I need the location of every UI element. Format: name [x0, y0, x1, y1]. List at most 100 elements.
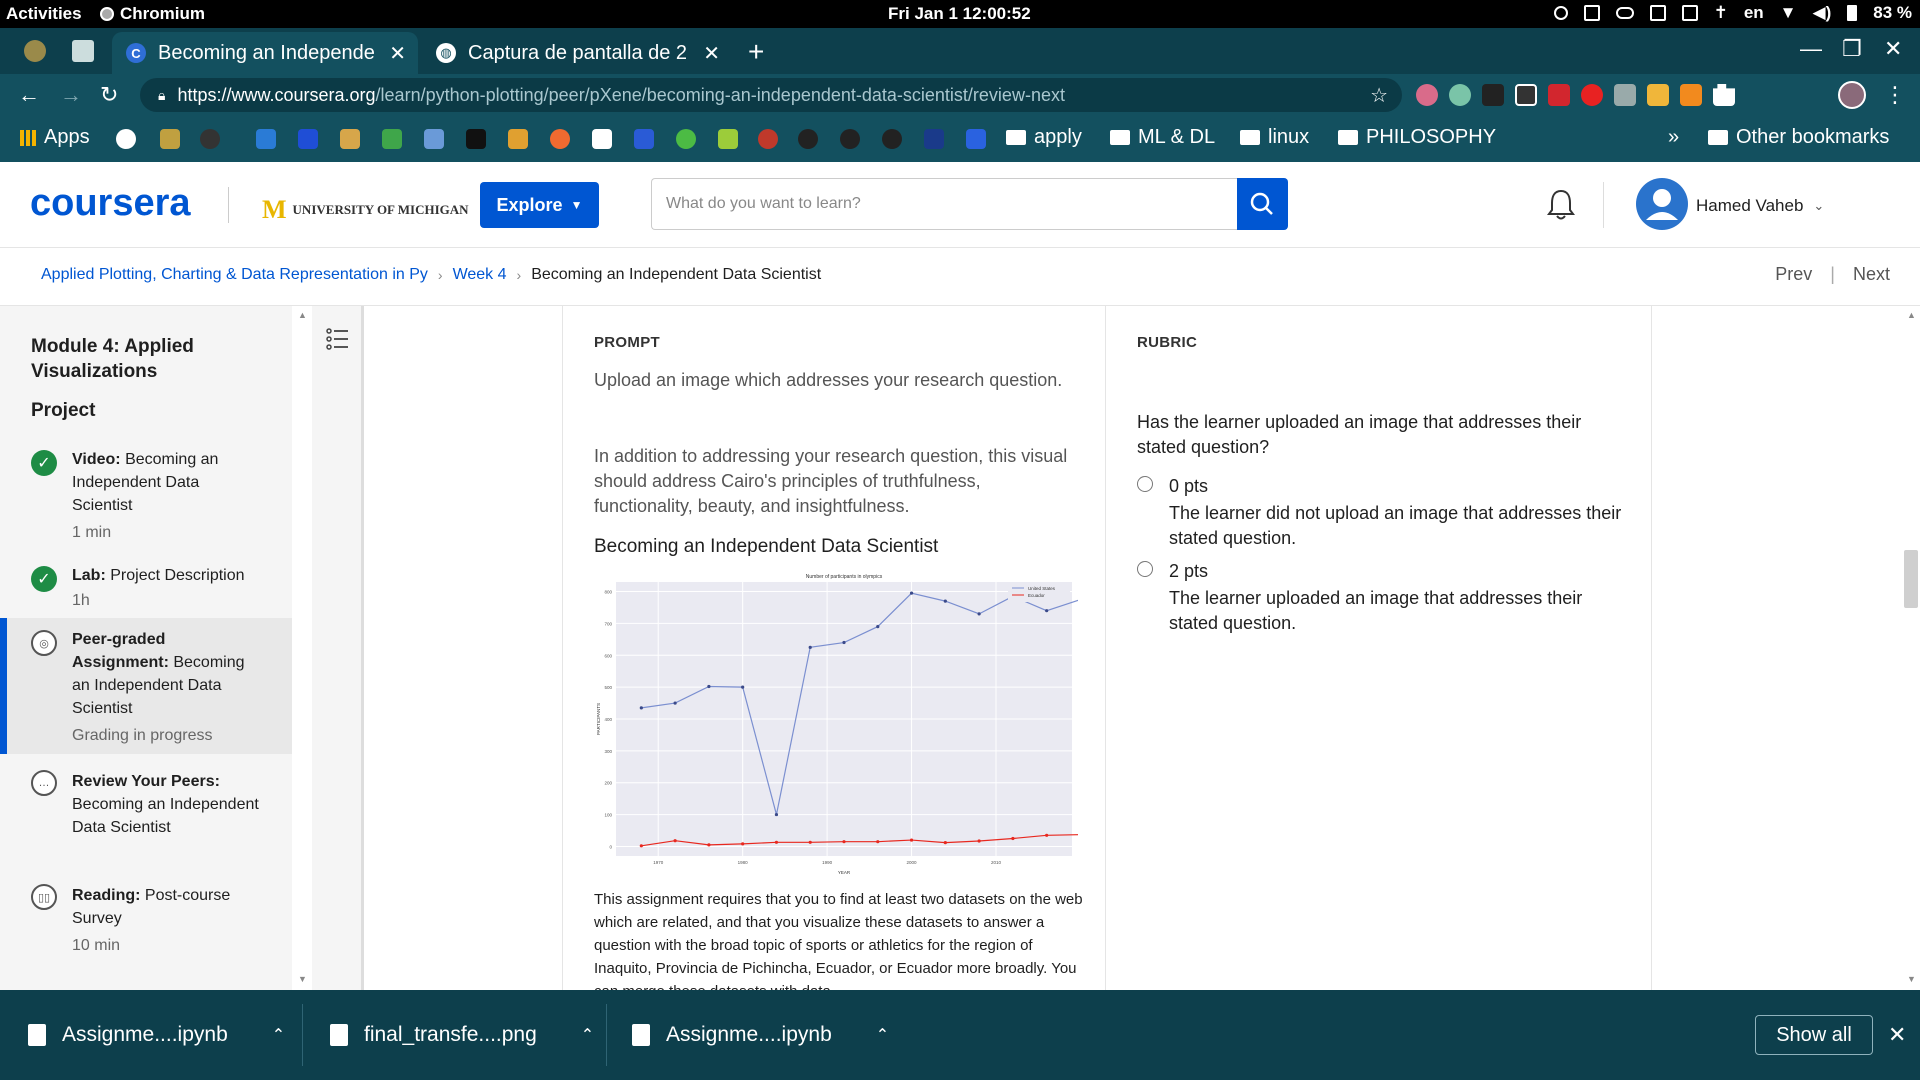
- chevron-up-icon[interactable]: ⌃: [876, 1025, 889, 1045]
- app-menu[interactable]: Chromium: [100, 4, 205, 24]
- extension-icon-9[interactable]: [1680, 84, 1702, 106]
- extension-icon-3[interactable]: [1482, 84, 1504, 106]
- notification-bell-icon[interactable]: [1546, 188, 1576, 222]
- extension-icon-7[interactable]: [1614, 84, 1636, 106]
- university-of-michigan-logo[interactable]: M UNIVERSITY OF MICHIGAN: [262, 195, 469, 225]
- extension-icon-4[interactable]: [1515, 84, 1537, 106]
- display-tray-icon[interactable]: [1681, 5, 1698, 21]
- search-input[interactable]: What do you want to learn?: [651, 178, 1237, 230]
- sidebar-item-review-peers[interactable]: … Review Your Peers: Becoming an Indepen…: [0, 766, 292, 866]
- image-tray-icon[interactable]: [1649, 5, 1666, 21]
- radio-button[interactable]: [1137, 476, 1153, 492]
- language-indicator[interactable]: en: [1744, 3, 1764, 23]
- shield-tray-icon[interactable]: [1553, 6, 1568, 20]
- extension-icon-8[interactable]: [1647, 84, 1669, 106]
- volume-icon[interactable]: ◀): [1813, 3, 1832, 23]
- rubric-option-2[interactable]: 2 pts The learner uploaded an image that…: [1137, 557, 1627, 633]
- clock[interactable]: Fri Jan 1 12:00:52: [888, 4, 1031, 24]
- bookmark-folder-ml-dl[interactable]: ML & DL: [1110, 126, 1215, 149]
- download-item-2[interactable]: final_transfe....png ⌃: [330, 990, 594, 1080]
- scroll-down-arrow-icon[interactable]: ▼: [1907, 974, 1916, 984]
- sidebar-item-video[interactable]: ✓ Video: Becoming an Independent Data Sc…: [0, 444, 292, 548]
- bookmark-icon-7[interactable]: [424, 129, 444, 149]
- address-bar[interactable]: 🔒︎ https://www.coursera.org/learn/python…: [140, 78, 1402, 112]
- lock-icon[interactable]: 🔒︎: [158, 87, 165, 104]
- activities-button[interactable]: Activities: [6, 4, 82, 24]
- bookmark-icon-17[interactable]: [882, 129, 902, 149]
- chrome-menu-icon[interactable]: ⋮: [1884, 82, 1906, 108]
- sidebar-item-reading[interactable]: ▯▯ Reading: Post-course Survey 10 min: [0, 880, 292, 960]
- bookmark-folder-philosophy[interactable]: PHILOSOPHY: [1338, 126, 1496, 149]
- bookmark-icon-16[interactable]: [840, 129, 860, 149]
- puzzle-extensions-icon[interactable]: [1713, 84, 1735, 106]
- breadcrumb-week-link[interactable]: Week 4: [453, 266, 507, 284]
- chevron-up-icon[interactable]: ⌃: [581, 1025, 594, 1045]
- bookmark-folder-apply[interactable]: apply: [1006, 126, 1082, 149]
- tab-coursera[interactable]: C Becoming an Independe ✕: [112, 32, 418, 74]
- bookmark-icon-10[interactable]: [550, 129, 570, 149]
- extension-icon-2[interactable]: [1449, 84, 1471, 106]
- chevron-up-icon[interactable]: ⌃: [272, 1025, 285, 1045]
- bookmark-folder-other[interactable]: Other bookmarks: [1708, 126, 1889, 149]
- show-all-downloads-button[interactable]: Show all: [1755, 1015, 1873, 1055]
- download-item-3[interactable]: Assignme....ipynb ⌃: [632, 990, 889, 1080]
- bookmark-icon-6[interactable]: [382, 129, 402, 149]
- tab-screenshot[interactable]: ◍ Captura de pantalla de 2 ✕: [422, 32, 732, 74]
- reload-icon[interactable]: ↻: [100, 82, 118, 108]
- pinned-tab-icon-2[interactable]: [72, 40, 94, 62]
- wifi-icon[interactable]: ▼: [1780, 3, 1797, 23]
- clipboard-tray-icon[interactable]: [1583, 5, 1600, 21]
- restore-icon[interactable]: ❐: [1842, 36, 1862, 62]
- bookmark-icon-2[interactable]: [200, 129, 220, 149]
- extension-icon-1[interactable]: [1416, 84, 1438, 106]
- sidebar-item-lab[interactable]: ✓ Lab: Project Description 1h: [0, 560, 292, 622]
- page-scrollbar-thumb[interactable]: [1904, 550, 1918, 608]
- bookmark-icon-3[interactable]: [256, 129, 276, 149]
- radio-button[interactable]: [1137, 561, 1153, 577]
- scroll-up-arrow-icon[interactable]: ▲: [298, 310, 307, 320]
- bookmark-icon-5[interactable]: [340, 129, 360, 149]
- google-icon[interactable]: [116, 129, 136, 149]
- sidebar-item-peer-graded[interactable]: ◎ Peer-graded Assignment: Becoming an In…: [0, 618, 292, 754]
- bookmark-icon-13[interactable]: [718, 129, 738, 149]
- user-menu[interactable]: Hamed Vaheb ⌄: [1696, 196, 1824, 216]
- scroll-down-arrow-icon[interactable]: ▼: [298, 974, 307, 984]
- profile-avatar-icon[interactable]: [1838, 81, 1866, 109]
- close-download-shelf-icon[interactable]: ✕: [1888, 1022, 1906, 1048]
- forward-icon[interactable]: →: [60, 82, 82, 108]
- bookmark-icon-4[interactable]: [298, 129, 318, 149]
- bookmark-icon-19[interactable]: [966, 129, 986, 149]
- bookmark-icon-9[interactable]: [508, 129, 528, 149]
- extension-icon-5[interactable]: [1548, 84, 1570, 106]
- system-tray[interactable]: ✝ en ▼ ◀) 83 %: [1553, 3, 1912, 23]
- list-outline-icon[interactable]: [326, 328, 350, 350]
- bookmarks-overflow-chevron[interactable]: »: [1668, 126, 1679, 149]
- coursera-logo[interactable]: coursera: [30, 182, 191, 225]
- bookmark-icon-11[interactable]: [634, 129, 654, 149]
- bookmark-icon-1[interactable]: [160, 129, 180, 149]
- bookmark-apps[interactable]: Apps: [20, 126, 90, 149]
- close-window-icon[interactable]: ✕: [1884, 36, 1902, 62]
- close-tab-icon[interactable]: ✕: [389, 41, 406, 66]
- battery-level[interactable]: 83 %: [1873, 3, 1912, 23]
- bookmark-icon-12[interactable]: [676, 129, 696, 149]
- explore-button[interactable]: Explore ▼: [480, 182, 599, 228]
- minimize-icon[interactable]: —: [1800, 36, 1822, 62]
- wikipedia-icon[interactable]: [592, 129, 612, 149]
- new-tab-button[interactable]: +: [748, 36, 764, 68]
- battery-icon[interactable]: [1847, 5, 1858, 21]
- user-avatar-icon[interactable]: [1636, 178, 1688, 230]
- next-link[interactable]: Next: [1853, 264, 1890, 285]
- rubric-option-0[interactable]: 0 pts The learner did not upload an imag…: [1137, 472, 1627, 548]
- bookmark-icon-8[interactable]: [466, 129, 486, 149]
- scroll-up-arrow-icon[interactable]: ▲: [1907, 310, 1916, 320]
- download-item-1[interactable]: Assignme....ipynb ⌃: [28, 990, 285, 1080]
- sidebar-scrollbar[interactable]: [292, 306, 310, 990]
- cloud-tray-icon[interactable]: [1615, 7, 1634, 19]
- page-scrollbar[interactable]: [1902, 306, 1920, 990]
- uploaded-chart-image[interactable]: 0 100 200 300 400 500 600 700 800 1970 1980 1990 200…: [594, 570, 1078, 886]
- bookmark-icon-15[interactable]: [798, 129, 818, 149]
- bookmark-star-icon[interactable]: ☆: [1370, 83, 1388, 108]
- bookmark-icon-14[interactable]: [758, 129, 778, 149]
- prev-link[interactable]: Prev: [1775, 264, 1812, 285]
